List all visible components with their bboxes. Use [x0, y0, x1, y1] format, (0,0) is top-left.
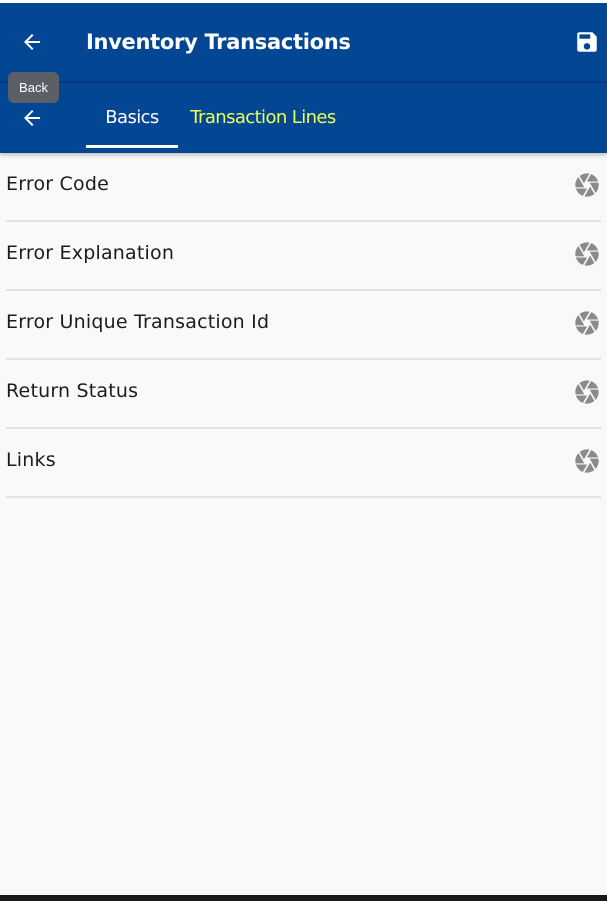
floppy-disk-icon [577, 32, 597, 52]
camera-aperture-icon[interactable] [573, 171, 601, 199]
tab-basics[interactable]: Basics [86, 83, 178, 151]
list-item-label: Links [6, 449, 56, 471]
field-list: Error Code Error Explanation Error Uniqu… [0, 153, 607, 498]
camera-aperture-icon[interactable] [573, 240, 601, 268]
camera-aperture-icon[interactable] [573, 447, 601, 475]
active-tab-indicator [86, 145, 178, 148]
back-tooltip: Back [8, 72, 59, 103]
back-button[interactable] [10, 20, 54, 64]
list-item-return-status[interactable]: Return Status [0, 360, 607, 429]
list-item-label: Return Status [6, 380, 139, 402]
list-item-label: Error Unique Transaction Id [6, 311, 270, 333]
bottom-system-bar [0, 895, 607, 901]
row-divider [6, 496, 601, 498]
list-item-label: Error Code [6, 173, 109, 195]
tab-transaction-lines[interactable]: Transaction Lines [180, 83, 346, 151]
list-item-label: Error Explanation [6, 242, 175, 264]
list-item-links[interactable]: Links [0, 429, 607, 498]
camera-aperture-icon[interactable] [573, 378, 601, 406]
camera-aperture-icon[interactable] [573, 309, 601, 337]
list-item-error-unique-transaction-id[interactable]: Error Unique Transaction Id [0, 291, 607, 360]
list-item-error-explanation[interactable]: Error Explanation [0, 222, 607, 291]
list-item-error-code[interactable]: Error Code [0, 153, 607, 222]
arrow-left-icon [24, 34, 40, 50]
arrow-left-icon [24, 110, 40, 126]
page-title: Inventory Transactions [86, 30, 351, 54]
save-button[interactable] [565, 20, 607, 64]
